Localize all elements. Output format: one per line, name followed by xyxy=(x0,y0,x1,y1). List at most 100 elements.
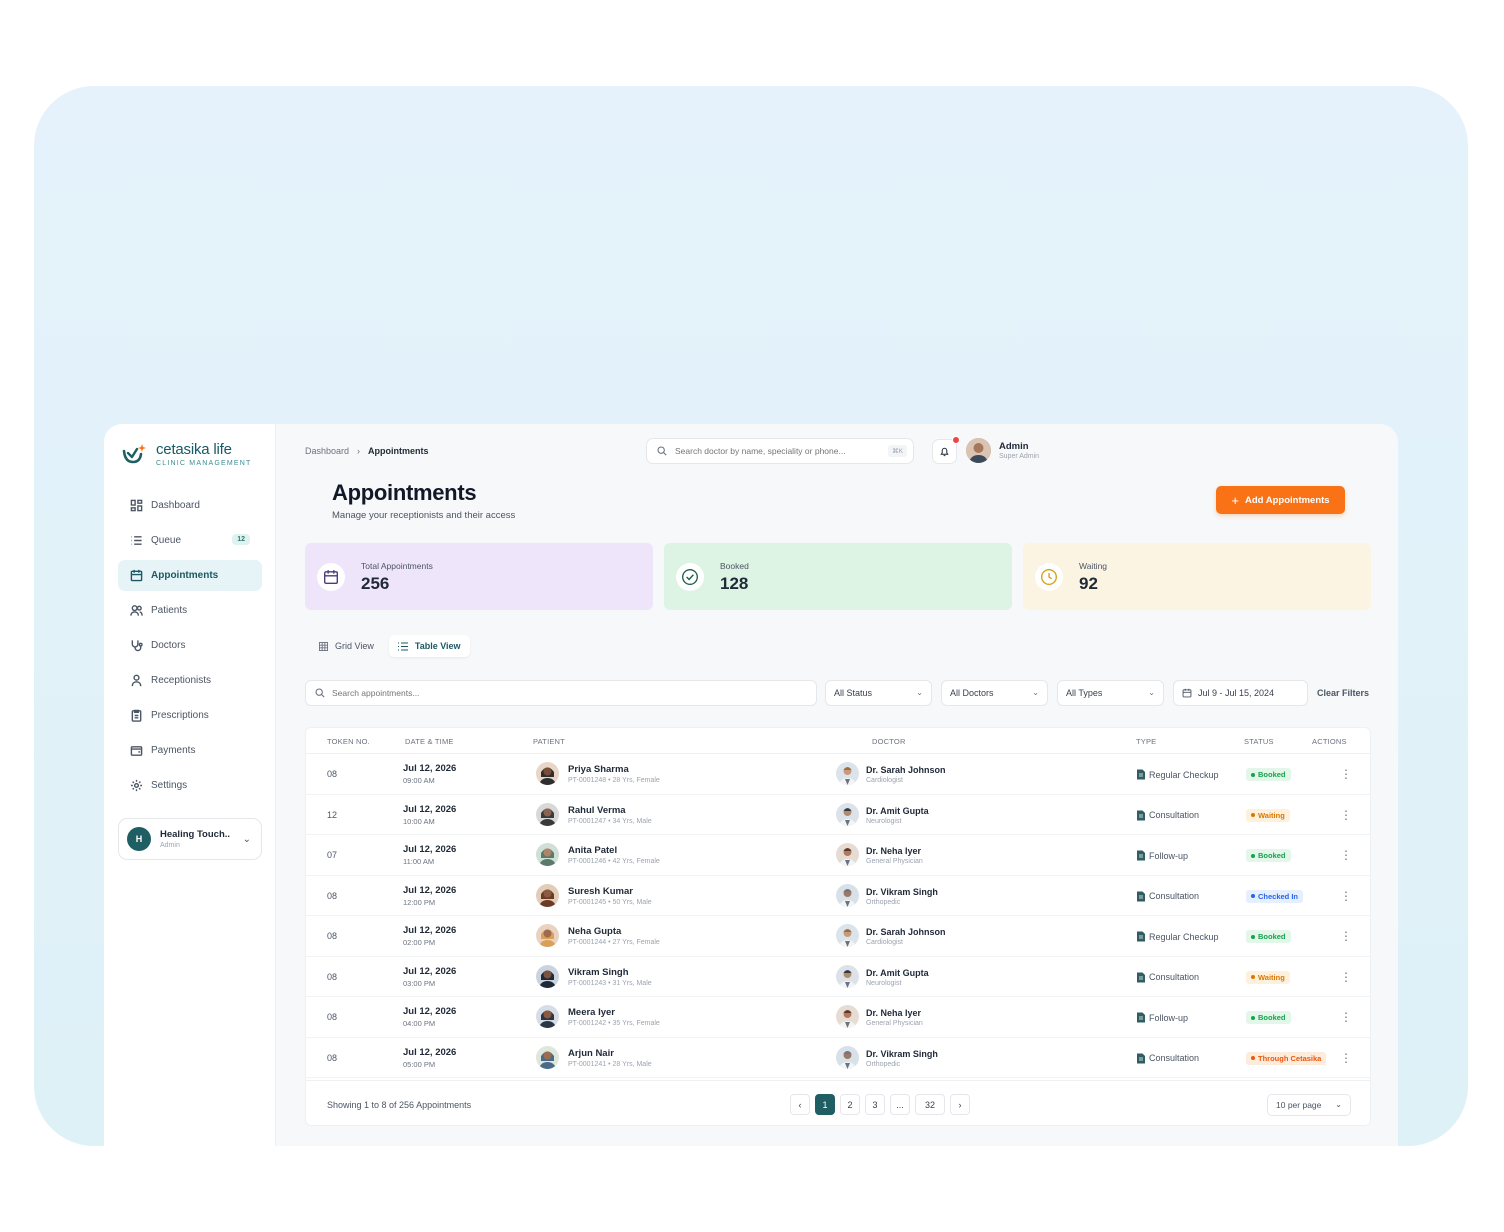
doctor-name[interactable]: Dr. Neha Iyer xyxy=(866,846,921,856)
chevron-down-icon: ⌄ xyxy=(242,834,251,845)
sidebar-item-dashboard[interactable]: Dashboard xyxy=(118,490,262,521)
table-row[interactable]: 12 Jul 12, 2026 10:00 AM Rahul Verma PT-0001… xyxy=(306,795,1370,835)
workspace-switcher[interactable]: H Healing Touch.. Admin ⌄ xyxy=(118,818,262,860)
column-header[interactable]: PATIENT xyxy=(533,737,565,746)
grid-view-tab[interactable]: Grid View xyxy=(310,635,383,657)
page-button[interactable]: 32 xyxy=(915,1094,945,1115)
sidebar-item-patients[interactable]: Patients xyxy=(118,595,262,626)
column-header[interactable]: TYPE xyxy=(1136,737,1156,746)
sidebar-item-queue[interactable]: Queue 12 xyxy=(118,525,262,556)
more-actions-icon[interactable]: ⋮ xyxy=(1340,970,1352,984)
sidebar-item-doctors[interactable]: Doctors xyxy=(118,630,262,661)
date-range-picker[interactable]: Jul 9 - Jul 15, 2024 xyxy=(1173,680,1308,706)
status-label: Booked xyxy=(1258,851,1286,860)
patient-avatar xyxy=(536,964,559,988)
table-row[interactable]: 08 Jul 12, 2026 09:00 AM Priya Sharma PT-000… xyxy=(306,754,1370,795)
patient-name[interactable]: Vikram Singh xyxy=(568,967,629,978)
doctor-name[interactable]: Dr. Sarah Johnson xyxy=(866,927,946,937)
breadcrumb-dashboard[interactable]: Dashboard xyxy=(305,446,349,456)
clear-filters-button[interactable]: Clear Filters xyxy=(1317,688,1369,698)
status-badge: Booked xyxy=(1246,1011,1291,1024)
doctor-filter-select[interactable]: All Doctors ⌄ xyxy=(941,680,1048,706)
column-header[interactable]: DOCTOR xyxy=(872,737,906,746)
more-actions-icon[interactable]: ⋮ xyxy=(1340,889,1352,903)
patient-name[interactable]: Rahul Verma xyxy=(568,805,626,816)
appointment-search[interactable] xyxy=(305,680,817,706)
table-row[interactable]: 07 Jul 12, 2026 11:00 AM Anita Patel PT-0001… xyxy=(306,835,1370,876)
list-icon xyxy=(131,536,142,545)
clipboard-icon xyxy=(131,709,142,722)
patient-name[interactable]: Priya Sharma xyxy=(568,764,629,775)
patient-name[interactable]: Suresh Kumar xyxy=(568,886,633,897)
doctor-speciality: Orthopedic xyxy=(866,1060,901,1068)
appointment-date: Jul 12, 2026 xyxy=(403,965,457,977)
next-page-button[interactable]: › xyxy=(950,1094,970,1115)
status-badge: Through Cetasika xyxy=(1246,1051,1327,1065)
global-search[interactable]: ⌘K xyxy=(646,438,914,464)
more-actions-icon[interactable]: ⋮ xyxy=(1340,848,1352,862)
sidebar-item-receptionists[interactable]: Receptionists xyxy=(118,665,262,696)
brand-tagline: CLINIC MANAGEMENT xyxy=(156,459,252,467)
patient-meta: PT-0001243 • 31 Yrs, Male xyxy=(568,979,652,987)
patient-name[interactable]: Neha Gupta xyxy=(568,926,621,937)
patient-name[interactable]: Meera Iyer xyxy=(568,1007,615,1018)
page-button[interactable]: 1 xyxy=(815,1094,835,1115)
status-badge: Waiting xyxy=(1246,970,1290,984)
more-actions-icon[interactable]: ⋮ xyxy=(1340,1010,1352,1024)
grid-icon xyxy=(319,641,328,651)
global-search-input[interactable] xyxy=(675,446,875,456)
sidebar-nav: Dashboard Queue 12 Appointments Patients… xyxy=(118,490,262,805)
doctor-name[interactable]: Dr. Sarah Johnson xyxy=(866,765,946,775)
column-header[interactable]: STATUS xyxy=(1244,737,1274,746)
more-actions-icon[interactable]: ⋮ xyxy=(1340,767,1352,781)
more-actions-icon[interactable]: ⋮ xyxy=(1340,929,1352,943)
appointment-search-input[interactable] xyxy=(332,688,782,698)
doctor-name[interactable]: Dr. Vikram Singh xyxy=(866,1049,938,1059)
add-appointment-button[interactable]: + Add Appointments xyxy=(1216,486,1345,514)
type-filter-select[interactable]: All Types ⌄ xyxy=(1057,680,1164,706)
patient-name[interactable]: Anita Patel xyxy=(568,845,617,856)
avatar[interactable] xyxy=(966,438,991,463)
doctor-name[interactable]: Dr. Amit Gupta xyxy=(866,968,929,978)
notifications-button[interactable] xyxy=(932,436,960,464)
per-page-select[interactable]: 10 per page ⌄ xyxy=(1267,1094,1351,1116)
appointment-type: Consultation xyxy=(1136,810,1199,821)
table-view-tab[interactable]: Table View xyxy=(388,635,470,657)
doctor-name[interactable]: Dr. Neha Iyer xyxy=(866,1008,921,1018)
table-row[interactable]: 08 Jul 12, 2026 02:00 PM Neha Gupta PT-00012… xyxy=(306,916,1370,957)
doctor-avatar xyxy=(836,1005,859,1028)
patient-meta: PT-0001241 • 28 Yrs, Male xyxy=(568,1060,652,1068)
doctor-name[interactable]: Dr. Amit Gupta xyxy=(866,806,929,816)
workspace-name: Healing Touch.. xyxy=(160,829,231,840)
sidebar-item-label: Prescriptions xyxy=(151,710,209,721)
breadcrumb-current: Appointments xyxy=(368,446,429,456)
status-badge: Booked xyxy=(1246,930,1291,943)
doctor-name[interactable]: Dr. Vikram Singh xyxy=(866,887,938,897)
sidebar-item-prescriptions[interactable]: Prescriptions xyxy=(118,700,262,731)
status-badge: Waiting xyxy=(1246,808,1290,822)
status-filter-select[interactable]: All Status ⌄ xyxy=(825,680,932,706)
sidebar-item-payments[interactable]: Payments xyxy=(118,735,262,766)
column-header[interactable]: TOKEN NO. xyxy=(327,737,370,746)
sidebar-item-settings[interactable]: Settings xyxy=(118,770,262,801)
page-button[interactable]: 2 xyxy=(840,1094,860,1115)
column-header[interactable]: DATE & TIME xyxy=(405,737,454,746)
list-icon xyxy=(397,641,408,651)
doctor-speciality: General Physician xyxy=(866,858,923,865)
appointment-type: Follow-up xyxy=(1136,1012,1188,1023)
appointment-date: Jul 12, 2026 xyxy=(403,763,457,774)
sidebar: cetasika life CLINIC MANAGEMENT Dashboar… xyxy=(104,424,276,1146)
more-actions-icon[interactable]: ⋮ xyxy=(1340,808,1352,822)
table-row[interactable]: 08 Jul 12, 2026 03:00 PM Vikram Singh PT-000… xyxy=(306,957,1370,997)
prev-page-button[interactable]: ‹ xyxy=(790,1094,810,1115)
page-button[interactable]: 3 xyxy=(865,1094,885,1115)
table-row[interactable]: 08 Jul 12, 2026 04:00 PM Meera Iyer PT-00012… xyxy=(306,997,1370,1038)
table-row[interactable]: 08 Jul 12, 2026 05:00 PM Arjun Nair PT-00012… xyxy=(306,1038,1370,1078)
patient-name[interactable]: Arjun Nair xyxy=(568,1048,614,1059)
more-actions-icon[interactable]: ⋮ xyxy=(1340,1051,1352,1065)
sidebar-item-appointments[interactable]: Appointments xyxy=(118,560,262,591)
table-row[interactable]: 08 Jul 12, 2026 12:00 PM Suresh Kumar PT-000… xyxy=(306,876,1370,916)
appointment-type-label: Consultation xyxy=(1149,1053,1200,1063)
sidebar-item-label: Queue xyxy=(151,535,182,546)
brand-logo[interactable]: cetasika life CLINIC MANAGEMENT xyxy=(121,441,251,467)
